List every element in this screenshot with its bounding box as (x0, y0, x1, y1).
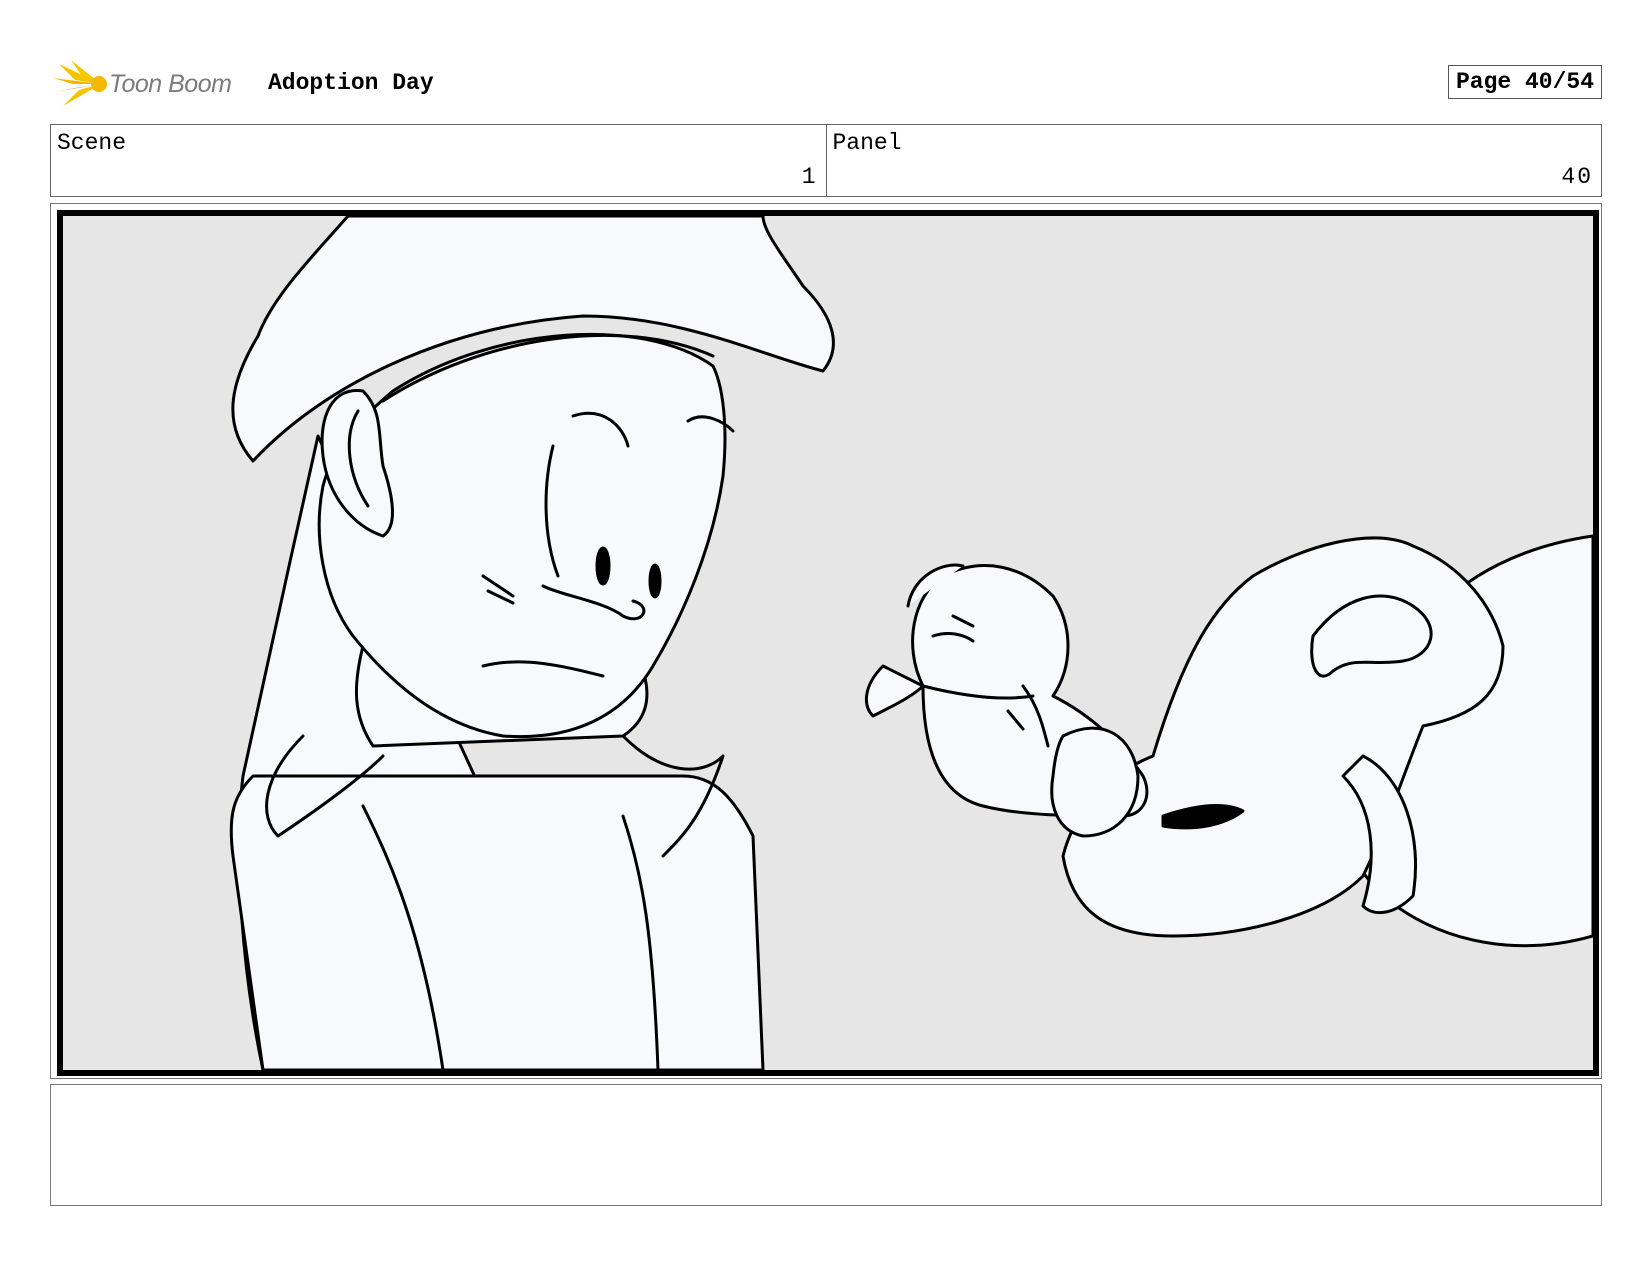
scene-cell: Scene 1 (51, 125, 826, 196)
panel-label: Panel (832, 130, 902, 156)
scene-number: 1 (801, 164, 818, 190)
page-number: Page 40/54 (1447, 65, 1602, 99)
storyboard-header: Toon Boom Adoption Day Page 40/54 (50, 56, 1602, 112)
drawing-canvas (229, 216, 1593, 1070)
bird-beak (864, 664, 925, 718)
storyboard-drawing (57, 210, 1599, 1076)
sun-burst-icon (53, 60, 107, 106)
logo-text: Toon Boom (109, 70, 232, 98)
project-title: Adoption Day (268, 70, 434, 96)
scene-label: Scene (57, 130, 127, 156)
scene-panel-info: Scene 1 Panel 40 (50, 124, 1602, 197)
storyboard-panel-frame (50, 203, 1602, 1079)
panel-cell: Panel 40 (825, 125, 1602, 196)
girl-eye-right (648, 563, 662, 599)
toon-boom-logo: Toon Boom (53, 58, 253, 110)
panel-notes-box (50, 1084, 1602, 1206)
girl-eye-left (595, 546, 611, 586)
panel-number: 40 (1561, 164, 1593, 190)
girl-jacket (229, 774, 765, 1070)
